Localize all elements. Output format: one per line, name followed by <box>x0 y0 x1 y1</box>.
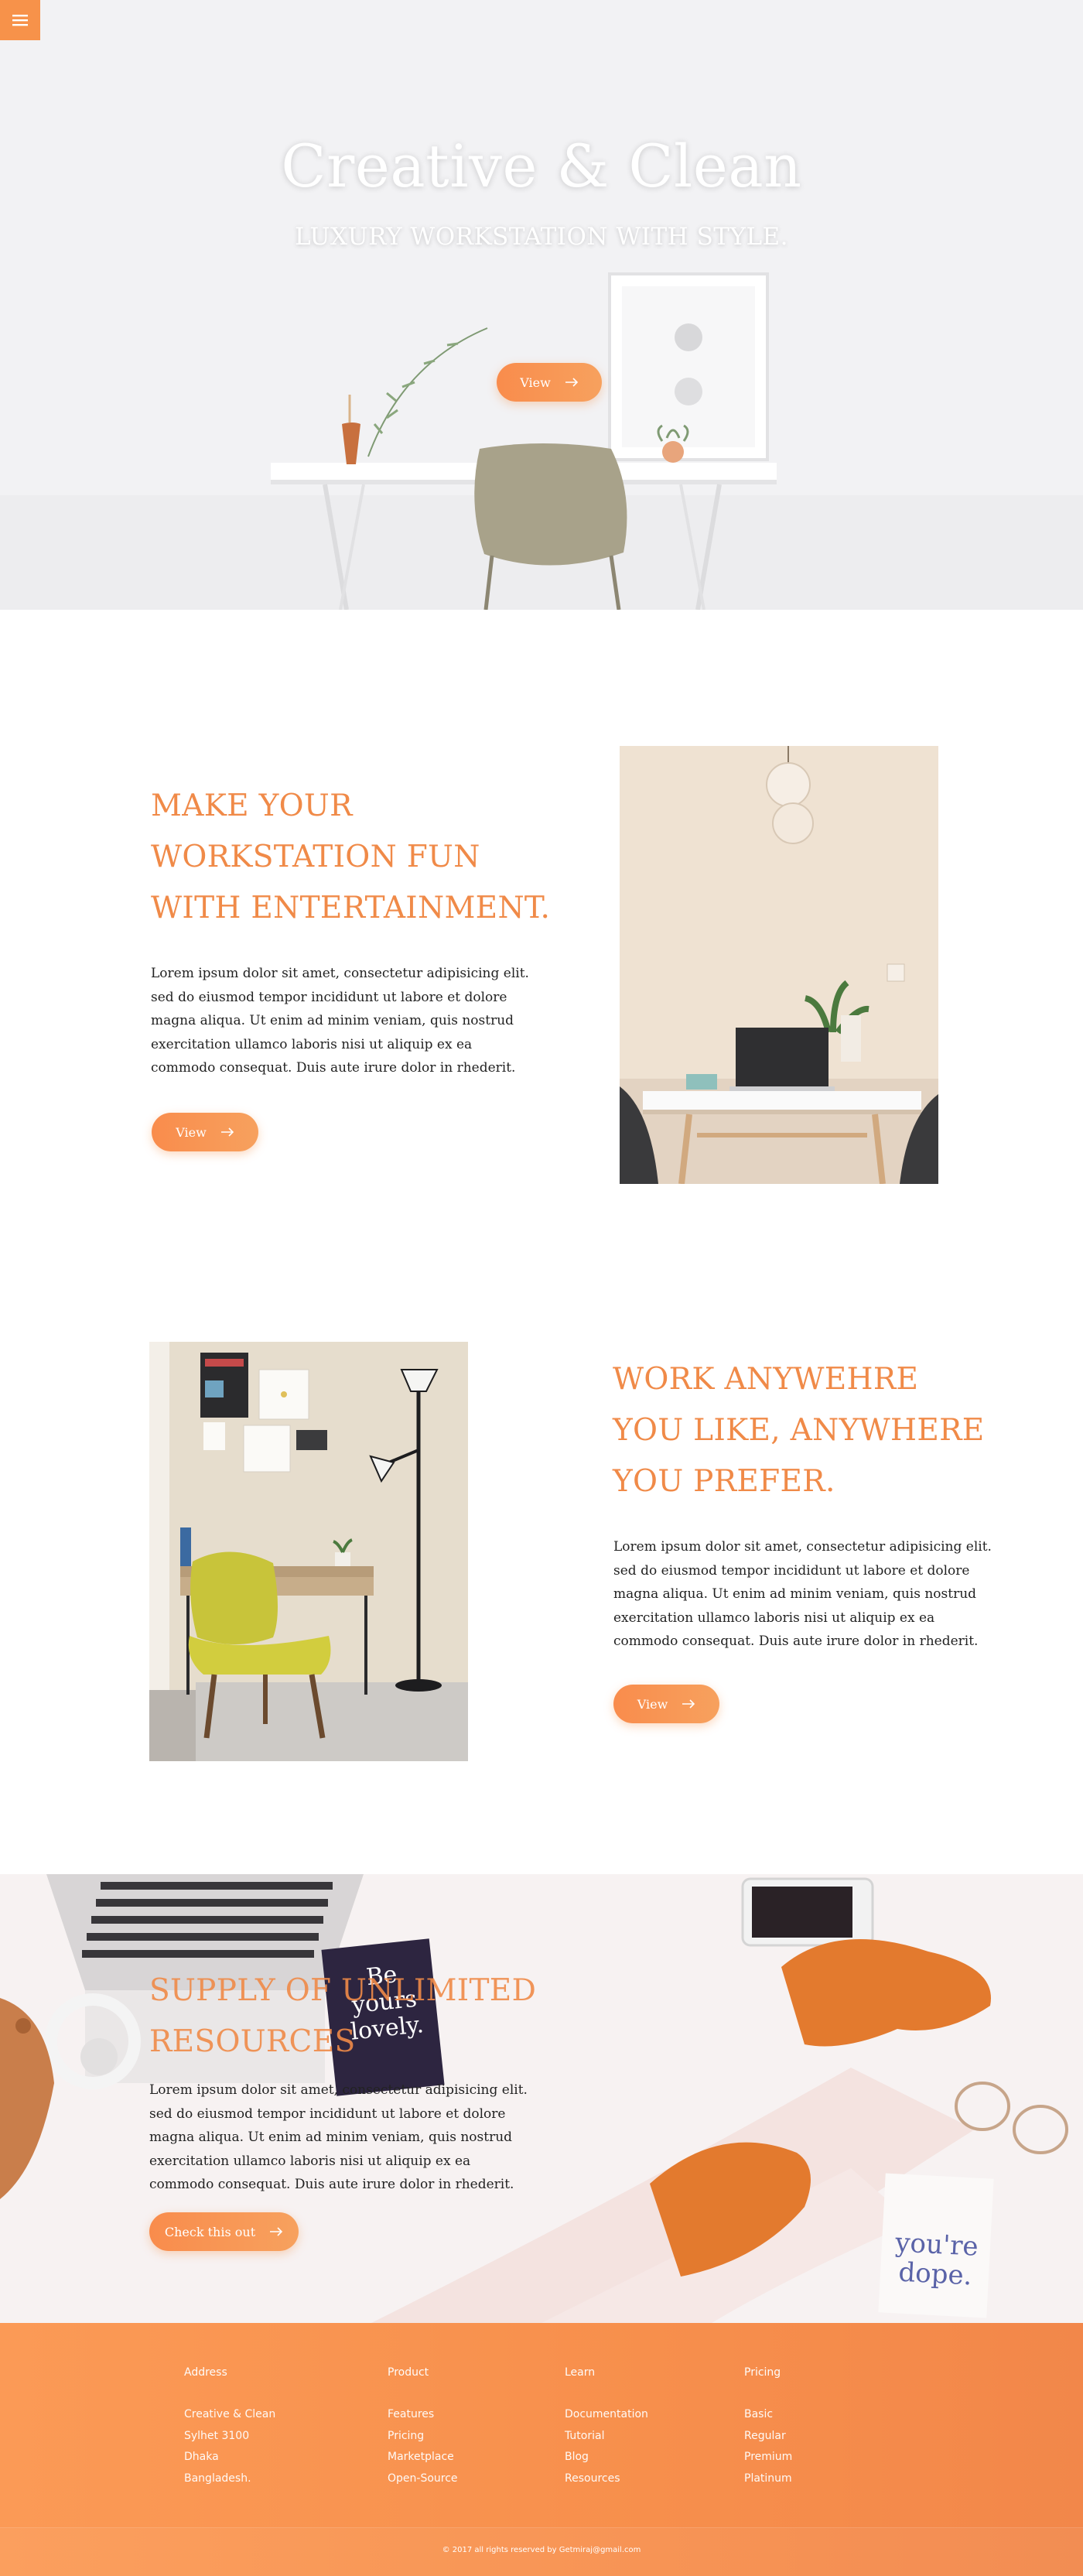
footer-heading: Learn <box>565 2366 596 2379</box>
footer-column-product: Product Features Pricing Marketplace Ope… <box>388 2366 458 2489</box>
hero-view-button[interactable]: View <box>497 363 602 402</box>
footer-heading: Address <box>184 2366 227 2379</box>
footer-item: Creative & Clean <box>184 2408 276 2420</box>
arrow-right-icon <box>220 1127 234 1137</box>
check-this-out-button[interactable]: Check this out <box>149 2212 299 2251</box>
section2-text-line: sed do eiusmod tempor incididunt ut labo… <box>613 1562 970 1579</box>
section2-title-line: WORK ANYWEHRE <box>613 1362 919 1397</box>
section2-photo <box>149 1342 468 1761</box>
arrow-right-icon <box>565 378 578 387</box>
section1-title-line: WORKSTATION FUN <box>151 840 480 874</box>
section2-title: WORK ANYWEHRE YOU LIKE, ANYWHERE YOU PRE… <box>613 1354 985 1507</box>
footer-column-pricing: Pricing Basic Regular Premium Platinum <box>744 2366 792 2489</box>
footer-link[interactable]: Premium <box>744 2447 792 2468</box>
menu-toggle-button[interactable] <box>0 0 40 40</box>
section3-text-line: commodo consequat. Duis aute irure dolor… <box>149 2177 514 2192</box>
hero-title: Creative & Clean <box>281 132 802 200</box>
footer-link[interactable]: Pricing <box>388 2426 458 2448</box>
section2-text-line: magna aliqua. Ut enim ad minim veniam, q… <box>613 1586 977 1602</box>
footer-link[interactable]: Regular <box>744 2426 792 2448</box>
hero-subtitle: LUXURY WORKSTATION WITH STYLE. <box>294 223 789 251</box>
section2-text-line: exercitation ullamco laboris nisi ut ali… <box>613 1610 935 1626</box>
section2-text: Lorem ipsum dolor sit amet, consectetur … <box>613 1535 1016 1654</box>
section1-text: Lorem ipsum dolor sit amet, consectetur … <box>151 962 553 1080</box>
section2-text-line: Lorem ipsum dolor sit amet, consectetur … <box>613 1539 992 1555</box>
section1-title-line: WITH ENTERTAINMENT. <box>151 891 551 925</box>
section2-text-line: commodo consequat. Duis aute irure dolor… <box>613 1634 979 1649</box>
section2-view-label: View <box>637 1696 668 1712</box>
note-lettering: you're dope. <box>894 2227 979 2292</box>
section3-text-line: exercitation ullamco laboris nisi ut ali… <box>149 2153 471 2169</box>
section3-text: Lorem ipsum dolor sit amet, consectetur … <box>149 2078 552 2197</box>
hamburger-menu-icon <box>12 15 28 26</box>
footer-link[interactable]: Open-Source <box>388 2468 458 2490</box>
section1-view-label: View <box>176 1124 207 1140</box>
section3-text-line: sed do eiusmod tempor incididunt ut labo… <box>149 2106 506 2122</box>
hero-view-label: View <box>520 375 551 390</box>
check-this-out-label: Check this out <box>164 2224 256 2239</box>
section1-view-button[interactable]: View <box>152 1113 258 1151</box>
footer-item: Dhaka <box>184 2451 219 2463</box>
footer-link[interactable]: Documentation <box>565 2404 648 2426</box>
section1-title: MAKE YOUR WORKSTATION FUN WITH ENTERTAIN… <box>151 781 550 934</box>
footer-heading: Product <box>388 2366 429 2379</box>
footer-heading: Pricing <box>744 2366 781 2379</box>
arrow-right-icon <box>682 1699 695 1709</box>
section2-view-button[interactable]: View <box>613 1685 719 1723</box>
copyright-text: © 2017 all rights reserved by Getmiraj@g… <box>442 2546 641 2554</box>
footer-link[interactable]: Basic <box>744 2404 792 2426</box>
section3-text-line: Lorem ipsum dolor sit amet, consectetur … <box>149 2082 528 2098</box>
hero-workstation-image <box>0 0 1083 610</box>
section1-text-line: sed do eiusmod tempor incididunt ut labo… <box>151 989 507 1005</box>
section3-text-line: magna aliqua. Ut enim ad minim veniam, q… <box>149 2130 513 2145</box>
section1-text-line: exercitation ullamco laboris nisi ut ali… <box>151 1036 473 1052</box>
footer-column-learn: Learn Documentation Tutorial Blog Resour… <box>565 2366 648 2489</box>
footer-link[interactable]: Platinum <box>744 2468 792 2490</box>
section3-title: SUPPLY OF UNLIMITED RESOURCES <box>149 1965 536 2068</box>
section1-text-line: Lorem ipsum dolor sit amet, consectetur … <box>151 966 529 981</box>
footer-item: Bangladesh. <box>184 2472 251 2485</box>
footer-link[interactable]: Features <box>388 2404 458 2426</box>
footer-link[interactable]: Marketplace <box>388 2447 458 2468</box>
section3-title-line: SUPPLY OF UNLIMITED <box>149 1973 537 2008</box>
footer-link[interactable]: Tutorial <box>565 2426 648 2448</box>
footer-link[interactable]: Blog <box>565 2447 648 2468</box>
section1-title-line: MAKE YOUR <box>151 789 353 823</box>
footer-link[interactable]: Resources <box>565 2468 648 2490</box>
hero-section: Creative & Clean LUXURY WORKSTATION WITH… <box>0 0 1083 610</box>
footer-column-address: Address Creative & Clean Sylhet 3100 Dha… <box>184 2366 275 2489</box>
section1-text-line: magna aliqua. Ut enim ad minim veniam, q… <box>151 1013 514 1028</box>
section2-title-line: YOU PREFER. <box>613 1464 835 1499</box>
arrow-right-icon <box>270 2227 283 2236</box>
section2-title-line: YOU LIKE, ANYWHERE <box>613 1413 985 1448</box>
section1-text-line: commodo consequat. Duis aute irure dolor… <box>151 1060 516 1076</box>
footer-item: Sylhet 3100 <box>184 2429 250 2442</box>
section3-title-line: RESOURCES <box>149 2024 356 2059</box>
section1-photo <box>620 746 938 1184</box>
